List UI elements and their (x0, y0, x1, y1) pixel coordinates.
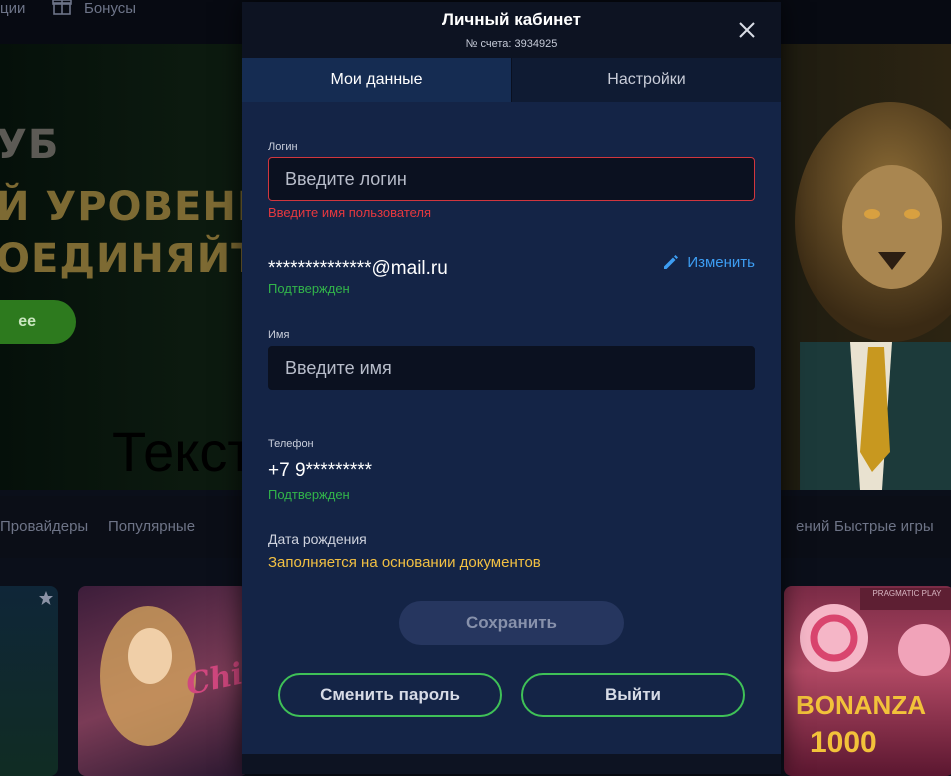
nav-popular[interactable]: Популярные (108, 518, 195, 535)
game-tile-bonanza[interactable]: PRAGMATIC PLAY BONANZA 1000 (784, 586, 951, 776)
account-number: № счета: 3934925 (465, 38, 558, 50)
lion-mascot-image (795, 102, 951, 490)
game-multiplier: 1000 (810, 726, 877, 759)
birth-date-label: Дата рождения (268, 531, 367, 547)
modal-header: Личный кабинет № счета: 3934925 (242, 2, 781, 58)
overlay-text: Текст (112, 420, 253, 483)
promo-line-2: Й УРОВЕНЬ (0, 184, 269, 230)
email-value: **************@mail.ru (268, 258, 448, 279)
modal-tabs: Мои данные Настройки (242, 58, 781, 102)
edit-email-label: Изменить (687, 253, 755, 271)
phone-value: +7 9********* (268, 460, 373, 481)
tab-settings[interactable]: Настройки (511, 58, 781, 102)
topbar-item[interactable]: ции (0, 0, 25, 17)
game-title: BONANZA (796, 690, 926, 720)
pencil-icon (664, 255, 679, 269)
game-tile[interactable] (0, 586, 58, 776)
edit-email-button[interactable]: Изменить (661, 252, 755, 272)
nav-fast-games[interactable]: Быстрые игры (834, 518, 934, 535)
phone-status-badge: Подтвержден (268, 487, 350, 502)
topbar-bonuses-link[interactable]: Бонусы (84, 0, 136, 17)
email-status-badge: Подтвержден (268, 281, 350, 296)
change-password-button[interactable]: Сменить пароль (278, 673, 502, 717)
gift-icon (52, 0, 72, 15)
name-label: Имя (268, 329, 290, 341)
login-error-message: Введите имя пользователя (268, 205, 432, 220)
close-icon[interactable] (737, 20, 757, 40)
nav-item-partial[interactable]: ений (796, 518, 829, 535)
name-input[interactable] (268, 346, 755, 390)
star-icon[interactable] (38, 590, 54, 606)
login-label: Логин (268, 141, 298, 153)
login-input[interactable] (268, 157, 755, 201)
tab-my-data[interactable]: Мои данные (242, 58, 511, 102)
save-button[interactable]: Сохранить (399, 601, 624, 645)
profile-modal: Личный кабинет № счета: 3934925 Мои данн… (242, 2, 781, 774)
promo-line-1: УБ (0, 122, 60, 168)
promo-button[interactable]: ее (0, 300, 76, 344)
promo-line-3: ОЕДИНЯЙТ (0, 236, 260, 282)
modal-footer (242, 754, 781, 774)
birth-date-note: Заполняется на основании документов (268, 554, 541, 571)
phone-label: Телефон (268, 438, 314, 450)
game-tile-lucky[interactable]: Chi (78, 586, 248, 776)
nav-providers[interactable]: Провайдеры (0, 518, 88, 535)
logout-button[interactable]: Выйти (521, 673, 745, 717)
provider-badge: PRAGMATIC PLAY (860, 588, 951, 610)
modal-title: Личный кабинет (442, 10, 581, 29)
